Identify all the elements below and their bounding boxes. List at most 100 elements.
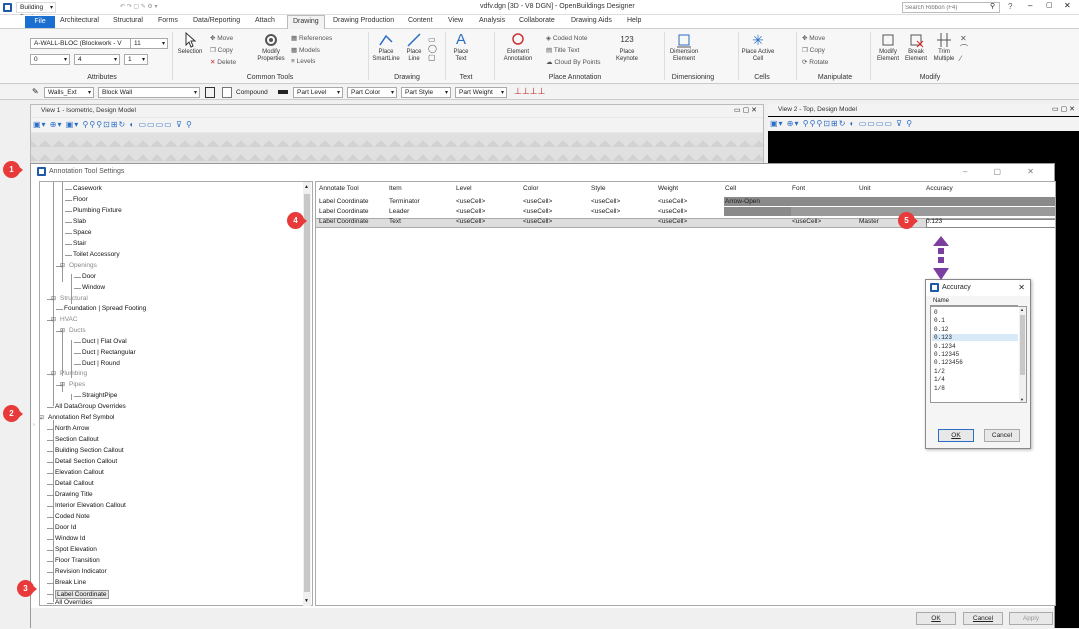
window-icon[interactable] <box>205 87 215 98</box>
scroll-down-icon[interactable]: ▼ <box>304 598 309 604</box>
tree-item[interactable]: Duct | Round <box>82 360 120 367</box>
coded-note-button[interactable]: ◈ Coded Note <box>546 34 588 42</box>
accuracy-list-item[interactable]: 0 <box>934 309 938 316</box>
delete-button[interactable]: ✕ Delete <box>210 58 236 66</box>
table-cell[interactable]: <useCell> <box>658 218 687 225</box>
tree-item[interactable]: Building Section Callout <box>55 447 124 454</box>
accuracy-list-item[interactable]: 0.1 <box>934 317 945 324</box>
tree-scrollbar[interactable]: ▲ ▼ <box>303 182 311 606</box>
tree-item[interactable]: Openings <box>69 262 97 269</box>
accuracy-list-item[interactable]: 0.123 <box>932 334 1018 342</box>
trim-multiple-button[interactable]: Trim Multiple <box>930 32 958 63</box>
accuracy-cell-editor[interactable] <box>926 219 1055 228</box>
part-level-combo[interactable]: Part Level <box>293 87 343 98</box>
selection-button[interactable]: Selection <box>176 32 204 56</box>
manipulate-move-button[interactable]: ✥ Move <box>802 34 825 42</box>
accuracy-cancel-button[interactable]: Cancel <box>984 429 1020 442</box>
tree-item[interactable]: All Overrides <box>55 599 92 605</box>
table-cell[interactable]: <useCell> <box>456 208 485 215</box>
table-cell[interactable]: <useCell> <box>523 218 552 225</box>
manipulate-copy-button[interactable]: ❐ Copy <box>802 46 825 54</box>
copy-button[interactable]: ❐ Copy <box>210 46 233 54</box>
view-1-window[interactable]: View 1 - Isometric, Design Model ▭ ▢ ✕ ▣… <box>30 104 764 164</box>
accuracy-dialog-title-bar[interactable]: Accuracy ✕ <box>926 280 1030 296</box>
table-cell[interactable]: <useCell> <box>456 218 485 225</box>
table-header[interactable]: Weight <box>658 185 678 192</box>
modify-extra-tools[interactable]: ✕ ⌒ ∕ <box>960 34 968 63</box>
tab-drawing[interactable]: Drawing <box>287 15 325 29</box>
maximize-icon[interactable]: ▢ <box>1046 1 1053 9</box>
tree-item[interactable]: Annotation Ref Symbol <box>48 414 114 421</box>
view-1-toolbar[interactable]: ▣▾ ⊕▾ ▣▾ ⚲⚲⚲⊡⊞↻ ◐ ▭▭▭▭ ⊽ ⚲ <box>31 118 763 132</box>
color-combo[interactable]: 0 <box>30 54 70 65</box>
tab-view[interactable]: View <box>448 17 463 24</box>
dialog-cancel-button[interactable]: Cancel <box>963 612 1003 625</box>
table-header[interactable]: Color <box>523 185 539 192</box>
tree-item[interactable]: StraightPipe <box>82 392 117 399</box>
modify-properties-button[interactable]: Modify Properties <box>254 32 288 63</box>
transparency-combo[interactable]: 1 <box>124 54 148 65</box>
place-active-cell-button[interactable]: ✳ Place Active Cell <box>740 32 776 63</box>
tree-item[interactable]: Pipes <box>69 381 85 388</box>
tree-item[interactable]: Ducts <box>69 327 86 334</box>
wall-family-combo[interactable]: Walls_Ext <box>44 87 94 98</box>
tree-expander-icon[interactable]: ⊟ <box>60 327 65 334</box>
tree-item[interactable]: All DataGroup Overrides <box>55 403 126 410</box>
levels-button[interactable]: ≡ Levels <box>291 58 315 65</box>
table-cell[interactable]: Terminator <box>389 198 420 205</box>
compound-checkbox[interactable] <box>222 87 232 98</box>
tree-expander-icon[interactable]: ⊟ <box>60 381 65 388</box>
part-color-combo[interactable]: Part Color <box>347 87 397 98</box>
rotate-button[interactable]: ⟳ Rotate <box>802 58 828 66</box>
modify-element-button[interactable]: Modify Element <box>874 32 902 63</box>
tab-drawing-production[interactable]: Drawing Production <box>333 17 394 24</box>
tree-expander-icon[interactable]: ⊟ <box>51 370 56 377</box>
table-cell[interactable]: <useCell> <box>456 198 485 205</box>
tab-structural[interactable]: Structural <box>113 17 143 24</box>
tree-item[interactable]: Elevation Callout <box>55 469 104 476</box>
tree-item[interactable]: Label Coordinate <box>55 590 109 599</box>
table-cell[interactable]: <useCell> <box>658 198 687 205</box>
tree-item[interactable]: Duct | Rectangular <box>82 349 136 356</box>
tree-item[interactable]: Casework <box>73 185 102 192</box>
dialog-window-controls[interactable]: – ▢ ✕ <box>963 164 1046 180</box>
tree-expander-icon[interactable]: ⊟ <box>51 295 56 302</box>
tab-forms[interactable]: Forms <box>158 17 178 24</box>
table-header[interactable]: Unit <box>859 185 871 192</box>
table-header[interactable]: Font <box>792 185 805 192</box>
tree-item[interactable]: Space <box>73 229 91 236</box>
tree-scroll-thumb[interactable] <box>304 194 310 592</box>
title-text-button[interactable]: ▤ Title Text <box>546 46 580 54</box>
table-cell[interactable]: Leader <box>389 208 409 215</box>
table-cell[interactable]: Arrow-Open <box>725 198 760 205</box>
weight-combo[interactable]: 11 <box>130 38 168 49</box>
tab-drawing-aids[interactable]: Drawing Aids <box>571 17 612 24</box>
move-button[interactable]: ✥ Move <box>210 34 233 42</box>
tree-item[interactable]: Revision Indicator <box>55 568 107 575</box>
tree-item[interactable]: Slab <box>73 218 86 225</box>
view-2-toolbar[interactable]: ▣▾ ⊕▾ ⚲⚲⚲⊡⊞↻ ◐ ▭▭▭▭ ⊽ ⚲ <box>768 117 1079 131</box>
place-smartline-button[interactable]: Place SmartLine <box>370 32 402 63</box>
tree-item[interactable]: Foundation | Spread Footing <box>64 305 146 312</box>
place-line-button[interactable]: Place Line <box>402 32 426 63</box>
tree-item[interactable]: Break Line <box>55 579 86 586</box>
view-control-icons[interactable]: ▣▾ ⊕▾ ⚲⚲⚲⊡⊞↻ ◐ ▭▭▭▭ ⊽ ⚲ <box>770 119 913 128</box>
scroll-up-icon[interactable]: ▲ <box>1020 307 1024 312</box>
dimension-element-button[interactable]: Dimension Element <box>666 32 702 63</box>
tree-item[interactable]: Door Id <box>55 524 76 531</box>
table-cell[interactable]: Label Coordinate <box>319 218 369 225</box>
break-element-button[interactable]: Break Element <box>902 32 930 63</box>
tree-item[interactable]: North Arrow <box>55 425 89 432</box>
table-cell[interactable]: <useCell> <box>523 208 552 215</box>
models-button[interactable]: ▦ Models <box>291 46 320 54</box>
minimize-icon[interactable]: – <box>1028 1 1032 10</box>
accuracy-list-item[interactable]: 0.1234 <box>934 343 956 350</box>
accuracy-scrollbar[interactable]: ▲ ▼ <box>1019 307 1026 402</box>
tree-item[interactable]: Door <box>82 273 96 280</box>
dialog-title-bar[interactable]: Annotation Tool Settings – ▢ ✕ <box>31 164 1054 180</box>
cloud-by-points-button[interactable]: ☁ Cloud By Points <box>546 58 601 66</box>
tree-item[interactable]: Floor <box>73 196 88 203</box>
ribbon-search-input[interactable] <box>902 2 1000 13</box>
level-combo[interactable]: A-WALL-BLOC (Blockwork - V <box>30 38 138 49</box>
tree-item[interactable]: Section Callout <box>55 436 99 443</box>
